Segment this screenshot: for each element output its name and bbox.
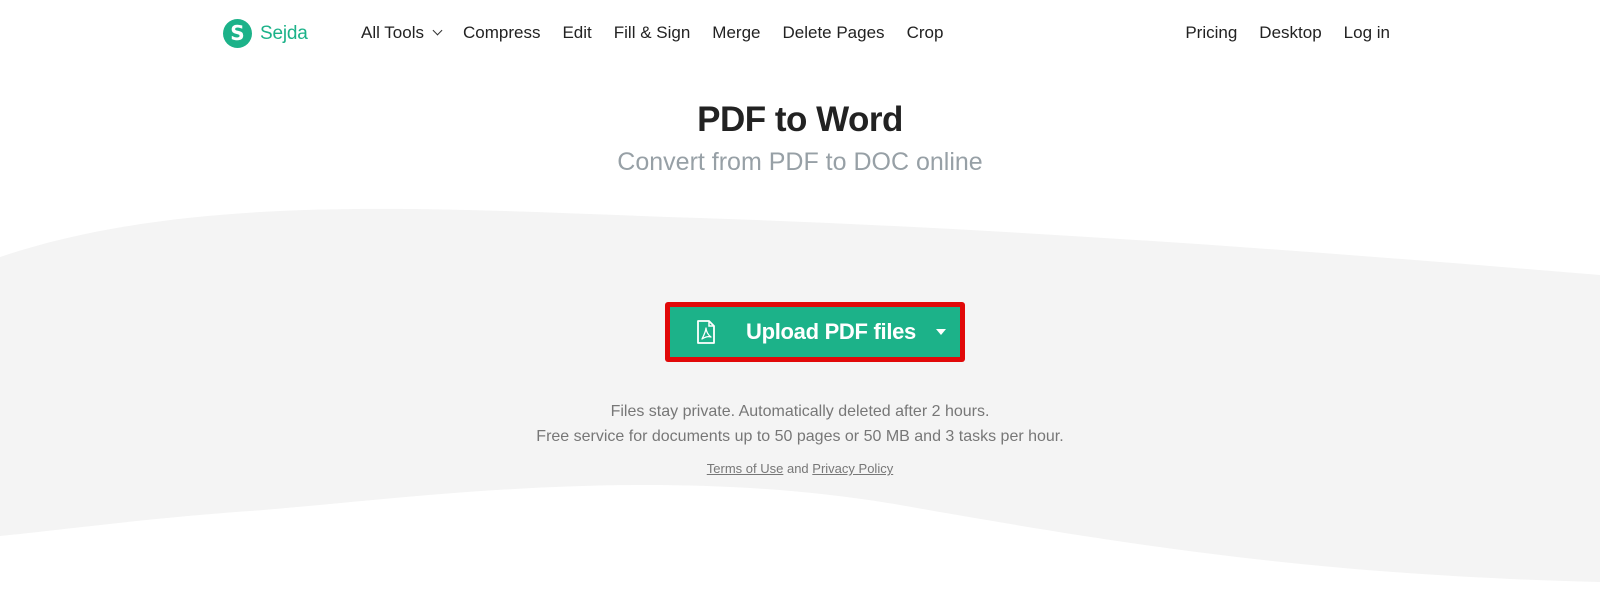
page-title: PDF to Word — [697, 100, 903, 139]
nav-delete-pages[interactable]: Delete Pages — [782, 23, 884, 43]
primary-nav: All Tools Compress Edit Fill & Sign Merg… — [361, 23, 965, 43]
logo-badge-icon: S — [223, 19, 252, 48]
page-subtitle: Convert from PDF to DOC online — [617, 148, 983, 176]
nav-crop[interactable]: Crop — [907, 23, 944, 43]
logo-text: Sejda — [260, 22, 308, 44]
nav-merge[interactable]: Merge — [712, 23, 760, 43]
pdf-file-icon — [697, 320, 715, 344]
privacy-notice: Files stay private. Automatically delete… — [610, 403, 990, 420]
upload-pdf-button[interactable]: Upload PDF files — [670, 307, 960, 357]
nav-log-in[interactable]: Log in — [1344, 23, 1390, 43]
nav-fill-sign[interactable]: Fill & Sign — [614, 23, 691, 43]
privacy-policy-link[interactable]: Privacy Policy — [812, 461, 893, 476]
top-navigation: S Sejda All Tools Compress Edit Fill & S… — [0, 0, 1600, 68]
upload-highlight-frame: Upload PDF files — [665, 302, 965, 362]
terms-of-use-link[interactable]: Terms of Use — [707, 461, 784, 476]
usage-limits-notice: Free service for documents up to 50 page… — [536, 428, 1064, 445]
sejda-logo[interactable]: S Sejda — [223, 19, 308, 48]
nav-compress[interactable]: Compress — [463, 23, 540, 43]
upload-button-label: Upload PDF files — [746, 319, 916, 344]
upload-options-caret-icon[interactable] — [936, 329, 946, 335]
legal-and-text: and — [786, 461, 809, 476]
nav-desktop[interactable]: Desktop — [1259, 23, 1321, 43]
legal-links: Terms of Use and Privacy Policy — [0, 461, 1600, 476]
nav-pricing[interactable]: Pricing — [1185, 23, 1237, 43]
nav-edit[interactable]: Edit — [562, 23, 591, 43]
secondary-nav: Pricing Desktop Log in — [1163, 23, 1390, 43]
chevron-down-icon — [432, 25, 443, 36]
nav-all-tools-label: All Tools — [361, 23, 424, 42]
nav-all-tools[interactable]: All Tools — [361, 23, 443, 43]
